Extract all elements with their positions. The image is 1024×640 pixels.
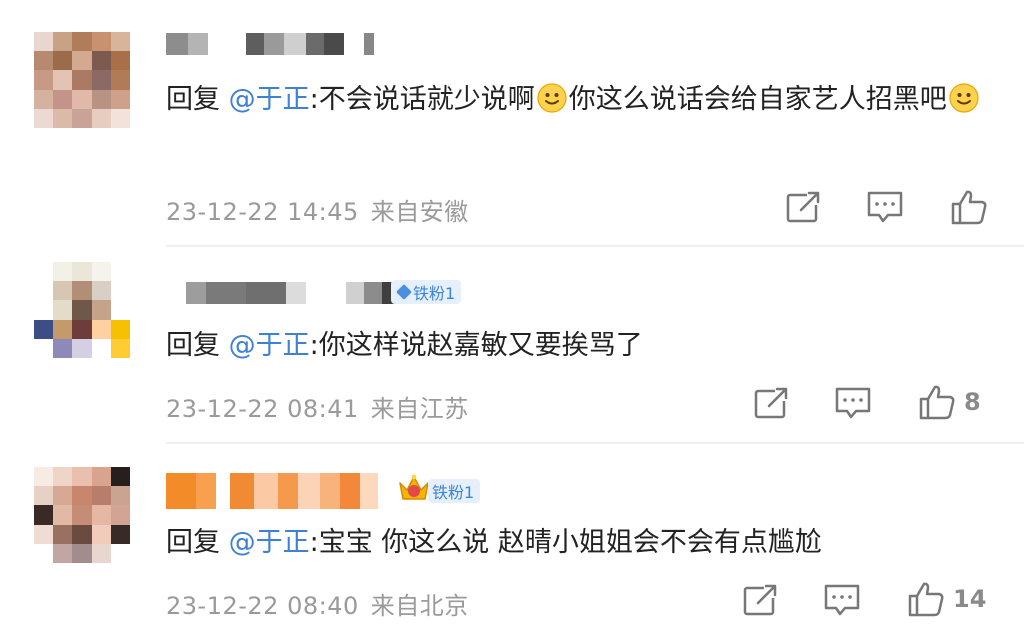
username-pixelated[interactable] [166, 33, 374, 55]
comment-item: 回复 @于正:不会说话就少说啊 你这么说话会给自家艺人招黑吧 23-12-22 1… [0, 0, 1024, 245]
share-button[interactable] [742, 583, 778, 617]
comment-meta: 23-12-22 08:40 来自北京 [166, 586, 481, 621]
comment-meta: 23-12-22 08:41 来自江苏 [166, 389, 481, 424]
like-icon [908, 582, 944, 617]
comment-item: 铁粉1 回复 @于正:宝宝 你这么说 赵晴小姐姐会不会有点尴尬 23-12-22… [0, 443, 1024, 640]
like-count: 8 [964, 388, 981, 416]
like-icon [951, 190, 987, 225]
comment-text: 回复 @于正:宝宝 你这么说 赵晴小姐姐会不会有点尴尬 [166, 521, 984, 565]
comment-item: 铁粉1 回复 @于正:你这样说赵嘉敏又要挨骂了 23-12-22 08:41 来自… [0, 246, 1024, 442]
comment-button[interactable] [834, 386, 872, 422]
share-icon [786, 191, 821, 223]
fan-badge-label: 铁粉1 [413, 284, 456, 303]
colon: : [309, 84, 319, 115]
reply-prefix: 回复 [166, 527, 220, 558]
like-button[interactable]: 8 [918, 383, 981, 421]
like-icon [919, 385, 955, 420]
share-button[interactable] [785, 190, 821, 224]
mention-link[interactable]: @于正 [229, 84, 310, 115]
comment-icon [835, 387, 871, 419]
comment-meta: 23-12-22 14:45 来自安徽 [166, 192, 481, 227]
comment-text: 回复 @于正:你这样说赵嘉敏又要挨骂了 [166, 324, 984, 368]
mention-link[interactable]: @于正 [229, 330, 310, 361]
comment-text: 回复 @于正:不会说话就少说啊 你这么说话会给自家艺人招黑吧 [166, 78, 984, 122]
location: 来自北京 [370, 592, 469, 620]
comment-icon [824, 584, 860, 616]
comment-button[interactable] [823, 583, 861, 619]
comment-body: 你这样说赵嘉敏又要挨骂了 [318, 330, 643, 361]
comment-body-cont: 你这么说话会给自家艺人招黑吧 [568, 84, 947, 115]
location: 来自江苏 [370, 395, 469, 423]
comment-button[interactable] [866, 190, 904, 226]
colon: : [309, 330, 319, 361]
smile-emoji-icon [949, 83, 979, 113]
fan-badge[interactable]: 铁粉1 [391, 280, 462, 304]
smile-emoji-icon [537, 83, 567, 113]
comment-icon [867, 191, 903, 223]
timestamp: 23-12-22 14:45 [166, 198, 359, 226]
avatar[interactable] [34, 32, 130, 128]
reply-prefix: 回复 [166, 330, 220, 361]
diamond-icon [396, 284, 412, 300]
timestamp: 23-12-22 08:41 [166, 395, 359, 423]
like-button[interactable] [950, 188, 996, 226]
colon: : [309, 527, 319, 558]
reply-prefix: 回复 [166, 84, 220, 115]
timestamp: 23-12-22 08:40 [166, 592, 359, 620]
share-icon [743, 584, 778, 616]
fan-badge-label: 铁粉1 [432, 483, 475, 502]
like-button[interactable]: 14 [907, 580, 986, 618]
location: 来自安徽 [370, 198, 469, 226]
username-pixelated[interactable] [166, 282, 402, 304]
share-icon [754, 387, 789, 419]
crown-icon [399, 474, 429, 500]
username-pixelated[interactable] [166, 473, 378, 509]
comment-body: 不会说话就少说啊 [318, 84, 535, 115]
avatar[interactable] [34, 467, 130, 563]
avatar[interactable] [34, 262, 130, 358]
fan-badge[interactable]: 铁粉1 [428, 479, 481, 503]
like-count: 14 [953, 585, 987, 613]
share-button[interactable] [753, 386, 789, 420]
comment-body: 宝宝 你这么说 赵晴小姐姐会不会有点尴尬 [318, 527, 822, 558]
mention-link[interactable]: @于正 [229, 527, 310, 558]
